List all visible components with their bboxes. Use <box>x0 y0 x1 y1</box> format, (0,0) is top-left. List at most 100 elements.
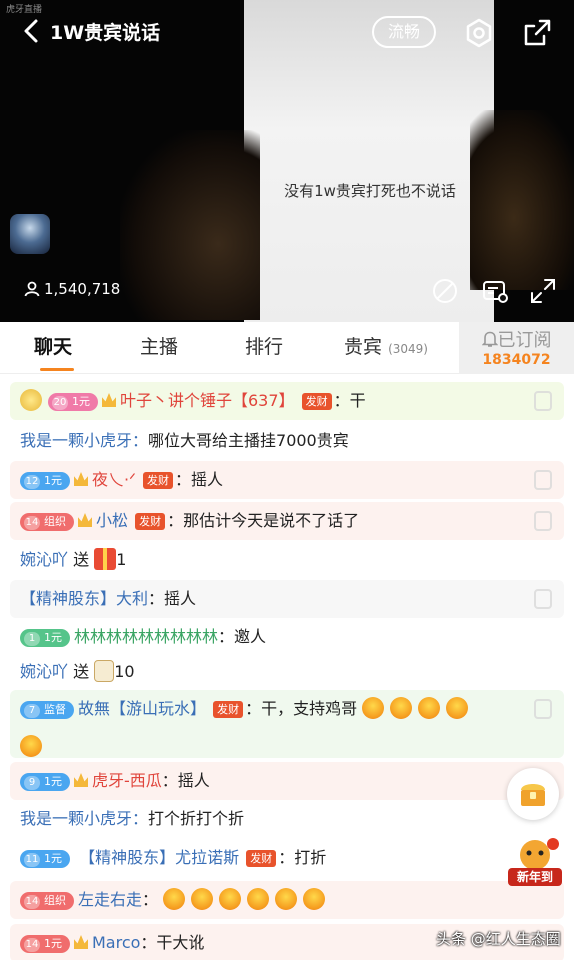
danmaku-off-icon <box>433 279 457 303</box>
tab-chat[interactable]: 聊天 <box>0 322 106 374</box>
video-hand-left <box>120 130 260 320</box>
level-badge: 1 1元 <box>20 629 70 647</box>
tab-anchor[interactable]: 主播 <box>106 322 212 374</box>
fa-tag: 发财 <box>301 393 332 410</box>
tiger-emoji-icon <box>362 697 385 719</box>
chat-text: ：干，支持鸡哥 <box>245 699 358 718</box>
treasure-chest-button[interactable] <box>507 768 559 820</box>
chat-message: 12 1元 夜乀·ᐟ 发财 ：摇人 <box>10 461 564 499</box>
level-badge: 14 组织 <box>20 513 74 531</box>
tab-vip-label: 贵宾 <box>344 336 383 358</box>
chat-text: 送 <box>73 550 90 569</box>
treasure-chest-icon <box>521 784 545 806</box>
tab-bar: 聊天 主播 排行 贵宾 (3049) 已订阅 1834072 <box>0 322 574 374</box>
chat-text: 打个折打个折 <box>148 809 245 828</box>
crown-icon <box>74 472 88 486</box>
new-year-label: 新年到 <box>508 868 562 886</box>
chat-username[interactable]: 小松 <box>96 511 128 530</box>
chat-text: 送 <box>73 662 90 681</box>
system-message: 我是一颗小虎牙：打个折打个折 <box>20 800 574 838</box>
video-player[interactable]: 没有1w贵宾打死也不说话 虎牙直播 1W贵宾说话 流畅 1,540,718 <box>0 0 574 322</box>
tab-ranking[interactable]: 排行 <box>212 322 316 374</box>
noble-badge-icon <box>534 511 552 531</box>
chat-username[interactable]: 婉沁吖 <box>20 550 68 569</box>
top-bar: 1W贵宾说话 流畅 <box>0 10 574 54</box>
tab-active-indicator <box>40 368 74 371</box>
chat-username[interactable]: 左走右走 <box>78 890 142 909</box>
tab-vip[interactable]: 贵宾 (3049) <box>316 322 456 374</box>
noble-icon <box>20 389 42 411</box>
level-badge: 7 监督 <box>20 701 74 719</box>
gift-message: 婉沁吖 送 10 <box>20 653 574 691</box>
subscriber-count: 1834072 <box>482 352 551 368</box>
level-badge: 9 1元 <box>20 773 70 791</box>
chat-username[interactable]: 叶子丶讲个锤子【637】 <box>120 391 295 410</box>
anchor-avatar[interactable] <box>10 214 50 254</box>
system-sender: 我是一颗小虎牙： <box>20 809 149 828</box>
source-watermark: 头条 @红人生态圈 <box>436 930 561 948</box>
danmaku-settings-icon <box>483 281 508 303</box>
gift-count: 10 <box>114 662 135 681</box>
chat-username[interactable]: 夜乀·ᐟ <box>92 470 136 489</box>
noble-badge-icon <box>534 391 552 411</box>
chat-username[interactable]: Marco <box>92 933 140 952</box>
milk-tea-icon <box>94 660 115 682</box>
fa-tag: 发财 <box>135 513 166 530</box>
chat-username[interactable]: 林林林林林林林林林 <box>74 627 218 646</box>
fullscreen-button[interactable] <box>528 276 558 306</box>
gift-count: 1 <box>116 550 127 569</box>
chat-text: ：那估计今天是说不了话了 <box>167 511 360 530</box>
fa-tag: 发财 <box>213 701 244 718</box>
chat-message: 7 监督 故無【游山玩水】 发财 ：干，支持鸡哥 <box>10 690 564 758</box>
fa-tag: 发财 <box>142 472 173 489</box>
chat-message: 11 1元 【精神股东】尤拉诺斯 发财 ：打折 <box>10 839 564 877</box>
crown-icon <box>102 393 116 407</box>
tiger-emoji-icon <box>418 697 441 719</box>
tiger-emoji-icon <box>275 888 298 910</box>
room-title: 1W贵宾说话 <box>50 22 161 44</box>
noble-badge-icon <box>534 699 552 719</box>
share-button[interactable] <box>520 16 554 50</box>
danmaku-toggle-button[interactable] <box>430 276 460 306</box>
chat-text: ： <box>142 890 159 909</box>
new-year-button[interactable]: 新年到 <box>508 838 562 888</box>
chat-text: ：邀人 <box>218 627 267 646</box>
settings-button[interactable] <box>462 16 496 50</box>
viewer-count: 1,540,718 <box>24 280 120 304</box>
user-icon <box>24 281 40 297</box>
tiger-emoji-icon <box>390 697 413 719</box>
bell-icon <box>481 331 498 347</box>
chat-message: 1 1元 林林林林林林林林林：邀人 <box>10 618 564 656</box>
chevron-left-icon <box>24 19 38 43</box>
chat-text: 哪位大哥给主播挂7000贵宾 <box>148 431 349 450</box>
chat-message: 20 1元 叶子丶讲个锤子【637】 发财 ：干 <box>10 382 564 420</box>
level-badge: 12 1元 <box>20 472 70 490</box>
level-badge: 14 组织 <box>20 892 74 910</box>
chat-message: 14 组织 左走右走： <box>10 881 564 919</box>
chat-text: ：摇人 <box>161 771 210 790</box>
chat-username[interactable]: 故無【游山玩水】 <box>78 699 206 718</box>
crown-icon <box>74 773 88 787</box>
quality-button[interactable]: 流畅 <box>372 16 436 48</box>
chat-username[interactable]: 婉沁吖 <box>20 662 68 681</box>
subscribe-label: 已订阅 <box>497 330 552 351</box>
chat-text: ：干 <box>333 391 366 410</box>
crown-icon <box>78 513 92 527</box>
tiger-emoji-icon <box>219 888 242 910</box>
chat-list[interactable]: 20 1元 叶子丶讲个锤子【637】 发财 ：干 我是一颗小虎牙： 哪位大哥给主播挂70… <box>0 374 574 960</box>
chat-text: ：干大讹 <box>140 933 205 952</box>
fullscreen-icon <box>531 279 555 303</box>
subscribe-button[interactable]: 已订阅 1834072 <box>459 322 574 374</box>
chat-username[interactable]: 虎牙-西瓜 <box>92 771 162 790</box>
tab-vip-count: (3049) <box>388 342 428 356</box>
chat-username[interactable]: 【精神股东】尤拉诺斯 <box>79 848 239 867</box>
chat-username[interactable]: 【精神股东】大利 <box>20 589 148 608</box>
tiger-emoji-icon <box>191 888 214 910</box>
back-button[interactable] <box>18 16 48 46</box>
chat-text: ：摇人 <box>174 470 223 489</box>
fa-tag: 发财 <box>246 850 277 867</box>
danmaku-settings-button[interactable] <box>480 276 510 306</box>
crown-icon <box>74 935 88 949</box>
tiger-emoji-icon <box>163 888 186 910</box>
chat-message: 9 1元 虎牙-西瓜：摇人 <box>10 762 564 800</box>
